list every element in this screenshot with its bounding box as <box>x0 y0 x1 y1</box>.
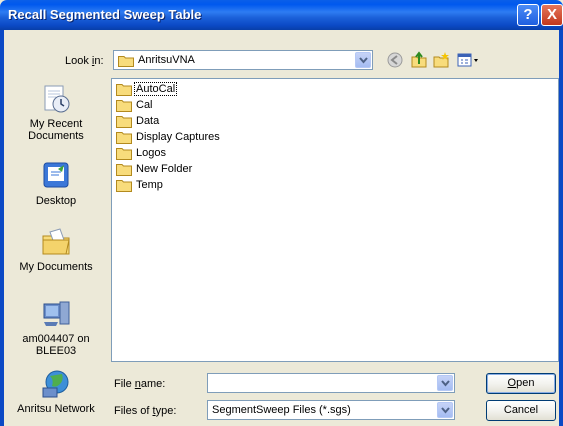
file-name: Display Captures <box>136 131 220 143</box>
list-item[interactable]: New Folder <box>116 161 193 177</box>
chevron-down-icon <box>441 407 450 414</box>
new-folder-button[interactable] <box>432 51 450 69</box>
place-label: My Documents <box>19 261 93 273</box>
folder-icon <box>116 163 132 176</box>
file-name: Data <box>136 115 160 127</box>
folder-icon <box>116 147 132 160</box>
chevron-down-icon <box>441 380 450 387</box>
place-label: Anritsu Network <box>17 403 95 415</box>
list-item[interactable]: Temp <box>116 177 164 193</box>
help-button[interactable]: ? <box>517 4 539 26</box>
place-my-documents[interactable]: My Documents <box>8 226 104 273</box>
folder-icon <box>118 54 134 70</box>
list-item[interactable]: Data <box>116 113 160 129</box>
filetype-dropdown[interactable]: SegmentSweep Files (*.sgs) <box>207 400 455 420</box>
my-documents-icon <box>42 228 70 255</box>
place-network[interactable]: Anritsu Network <box>8 368 104 415</box>
filename-input[interactable] <box>207 373 455 393</box>
desktop-icon <box>43 162 69 188</box>
folder-icon <box>116 179 132 192</box>
chevron-down-icon <box>359 57 368 64</box>
open-button[interactable]: Open <box>486 373 556 394</box>
network-places-icon <box>42 370 69 398</box>
window-border-right <box>559 30 563 426</box>
lookin-label: Look in: <box>65 55 104 67</box>
cancel-button[interactable]: Cancel <box>486 400 556 421</box>
list-item[interactable]: Cal <box>116 97 154 113</box>
filetype-label: Files of type: <box>114 405 177 417</box>
back-arrow-icon <box>387 52 403 68</box>
place-recent-documents[interactable]: My Recent Documents <box>8 83 104 142</box>
lookin-value: AnritsuVNA <box>138 54 195 66</box>
file-name: AutoCal <box>133 82 178 96</box>
folder-icon <box>116 99 132 112</box>
filetype-dropdown-arrow[interactable] <box>437 402 453 418</box>
place-label: My Recent Documents <box>28 118 84 142</box>
filename-dropdown-arrow[interactable] <box>437 375 453 391</box>
close-button[interactable]: X <box>541 4 563 26</box>
window-border-left <box>0 30 4 426</box>
view-menu-button[interactable] <box>456 51 480 69</box>
folder-icon <box>116 115 132 128</box>
filename-label: File name: <box>114 378 166 390</box>
list-item[interactable]: AutoCal <box>116 81 178 97</box>
file-list[interactable]: AutoCal Cal Data Display Captures Logos … <box>111 78 559 362</box>
view-menu-icon <box>457 53 478 67</box>
list-item[interactable]: Display Captures <box>116 129 221 145</box>
file-name: Temp <box>136 179 163 191</box>
back-button[interactable] <box>386 51 404 69</box>
list-item[interactable]: Logos <box>116 145 167 161</box>
place-label: am004407 on BLEE03 <box>22 333 90 357</box>
lookin-dropdown-arrow[interactable] <box>355 52 371 68</box>
place-desktop[interactable]: Desktop <box>8 160 104 207</box>
place-my-computer[interactable]: am004407 on BLEE03 <box>8 298 104 357</box>
lookin-dropdown[interactable]: AnritsuVNA <box>113 50 373 70</box>
new-folder-icon <box>433 52 449 68</box>
place-label: Desktop <box>35 195 77 207</box>
up-folder-icon <box>411 51 427 68</box>
my-computer-icon <box>43 301 70 326</box>
file-name: Cal <box>136 99 153 111</box>
file-name: New Folder <box>136 163 193 175</box>
places-bar: My Recent Documents Desktop My Documents… <box>8 78 104 420</box>
file-name: Logos <box>136 147 166 159</box>
up-folder-button[interactable] <box>410 51 428 69</box>
filetype-value: SegmentSweep Files (*.sgs) <box>212 404 351 416</box>
window-title: Recall Segmented Sweep Table <box>8 7 202 22</box>
title-bar[interactable]: Recall Segmented Sweep Table ? X <box>0 0 563 30</box>
recent-documents-icon <box>44 85 70 113</box>
folder-icon <box>116 83 132 96</box>
folder-icon <box>116 131 132 144</box>
